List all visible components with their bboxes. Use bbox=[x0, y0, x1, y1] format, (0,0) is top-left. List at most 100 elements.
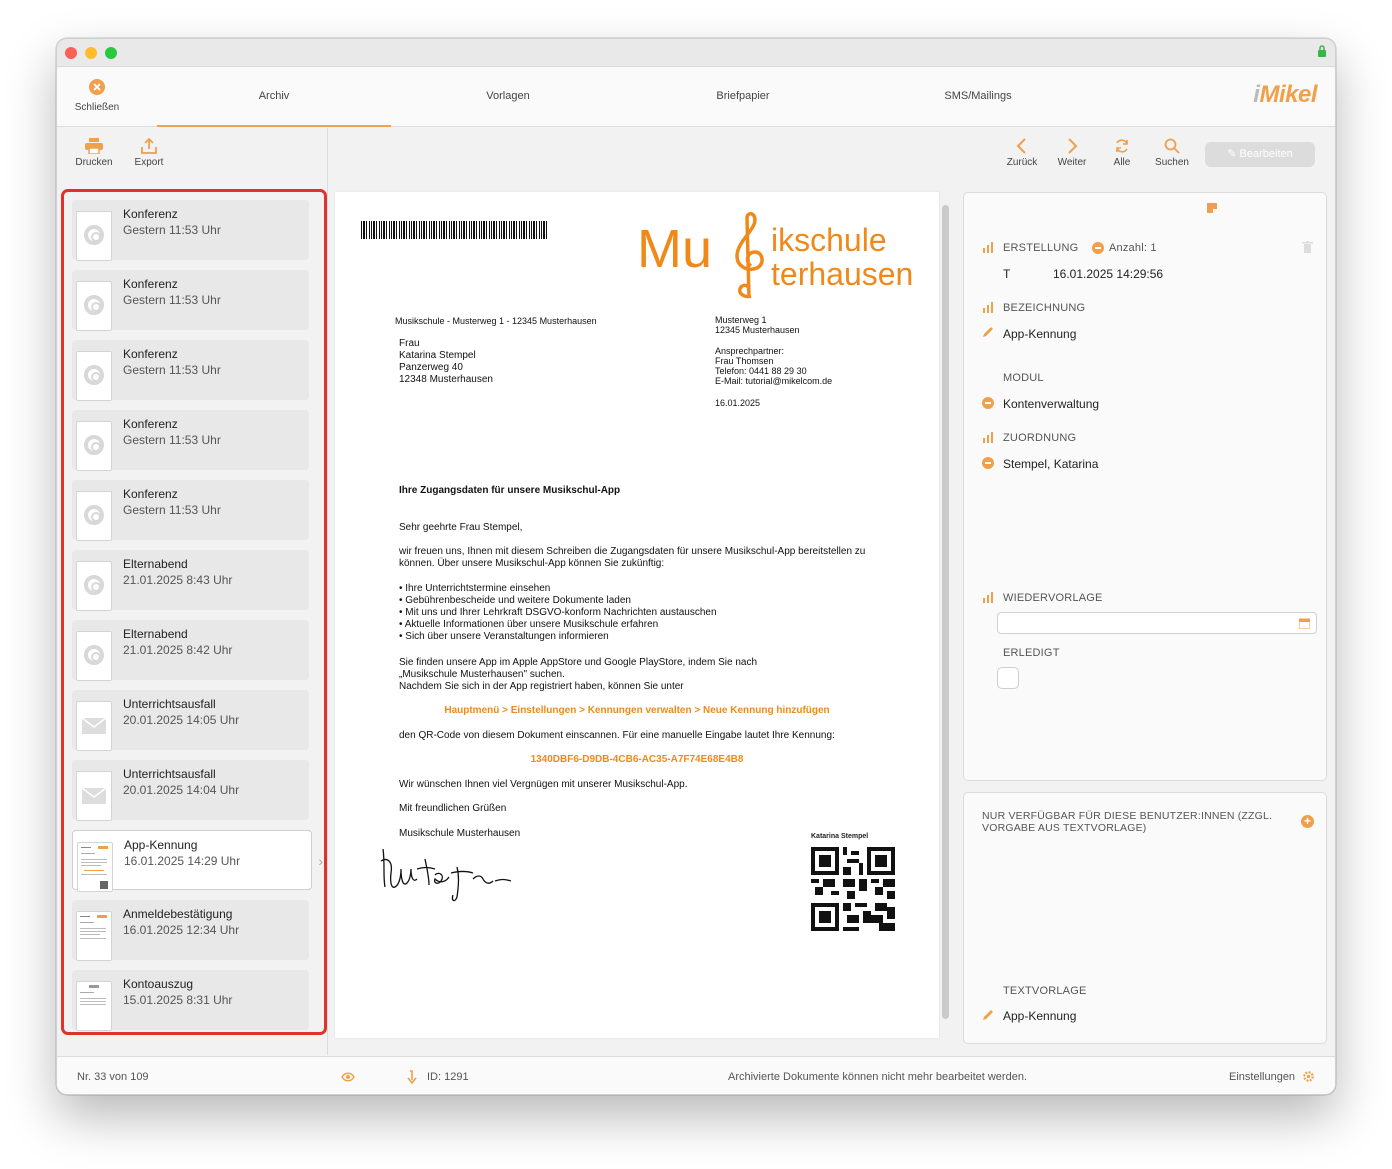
list-item[interactable]: Elternabend 21.01.2025 8:42 Uhr bbox=[72, 620, 309, 681]
remove-icon[interactable] bbox=[1092, 242, 1104, 254]
app-window: Schließen Archiv Vorlagen Briefpapier SM… bbox=[56, 38, 1336, 1095]
tab-briefpapier[interactable]: Briefpapier bbox=[626, 67, 860, 127]
pane-divider[interactable] bbox=[327, 128, 328, 1055]
menu-path: Hauptmenü > Einstellungen > Kennungen ve… bbox=[444, 705, 830, 716]
contact-info: Ansprechpartner: Frau Thomsen Telefon: 0… bbox=[715, 346, 833, 386]
bezeichnung-value[interactable]: App-Kennung bbox=[1003, 327, 1076, 341]
refresh-icon bbox=[1116, 139, 1128, 153]
sender-line: Musikschule - Musterweg 1 - 12345 Muster… bbox=[395, 316, 597, 326]
item-title: Konferenz bbox=[123, 207, 178, 221]
priority-bars-icon bbox=[983, 242, 995, 253]
zuordnung-value: Stempel, Katarina bbox=[1003, 457, 1099, 471]
status-bar: Nr. 33 von 109 ID: 1291 Archivierte Doku… bbox=[57, 1056, 1335, 1094]
salutation: Sehr geehrte Frau Stempel, bbox=[399, 522, 523, 533]
at-icon bbox=[76, 211, 112, 261]
list-item[interactable]: Unterrichtsausfall 20.01.2025 14:05 Uhr bbox=[72, 690, 309, 751]
school-address: Musterweg 1 12345 Musterhausen bbox=[715, 315, 800, 335]
trash-icon[interactable] bbox=[1302, 241, 1313, 253]
access-code: 1340DBF6-D9DB-4CB6-AC35-A7F74E68E4B8 bbox=[530, 754, 744, 765]
list-item[interactable]: Konferenz Gestern 11:53 Uhr bbox=[72, 480, 309, 541]
export-label: Export bbox=[134, 157, 164, 168]
export-button[interactable]: Export bbox=[124, 138, 174, 168]
search-label: Suchen bbox=[1155, 157, 1189, 168]
textvorlage-label: TEXTVORLAGE bbox=[1003, 985, 1087, 997]
close-window-button[interactable] bbox=[65, 47, 77, 59]
record-counter: Nr. 33 von 109 bbox=[77, 1071, 149, 1083]
brand-line2: terhausen bbox=[771, 256, 914, 292]
brand-line1: ikschule bbox=[771, 222, 887, 258]
calendar-icon[interactable] bbox=[1299, 618, 1310, 629]
school-logo: Mu ikschule terhausen bbox=[637, 212, 917, 302]
tab-vorlagen[interactable]: Vorlagen bbox=[391, 67, 625, 127]
item-title: Unterrichtsausfall bbox=[123, 697, 216, 711]
list-item[interactable]: Elternabend 21.01.2025 8:43 Uhr bbox=[72, 550, 309, 611]
list-item[interactable]: Konferenz Gestern 11:53 Uhr bbox=[72, 340, 309, 401]
minimize-window-button[interactable] bbox=[85, 47, 97, 59]
erledigt-checkbox[interactable] bbox=[997, 667, 1019, 689]
priority-bars-icon bbox=[983, 432, 995, 443]
list-item[interactable]: Anmeldebestätigung 16.01.2025 12:34 Uhr bbox=[72, 900, 309, 961]
item-title: Elternabend bbox=[123, 557, 188, 571]
barcode bbox=[361, 221, 547, 239]
list-item[interactable]: Konferenz Gestern 11:53 Uhr bbox=[72, 270, 309, 331]
item-title: Konferenz bbox=[123, 277, 178, 291]
qr-info: den QR-Code von diesem Dokument einscann… bbox=[399, 730, 835, 741]
remove-icon[interactable] bbox=[982, 397, 994, 409]
close-label: Schließen bbox=[74, 102, 120, 113]
list-item[interactable]: Kontoauszug 15.01.2025 8:31 Uhr bbox=[72, 970, 309, 1031]
at-icon bbox=[76, 421, 112, 471]
app-logo: iMikel bbox=[1253, 81, 1317, 109]
textvorlage-value[interactable]: App-Kennung bbox=[1003, 1009, 1076, 1023]
zoom-window-button[interactable] bbox=[105, 47, 117, 59]
item-date: Gestern 11:53 Uhr bbox=[123, 293, 221, 307]
at-icon bbox=[76, 351, 112, 401]
settings-label[interactable]: Einstellungen bbox=[1229, 1071, 1295, 1083]
close-button[interactable]: Schließen bbox=[69, 79, 125, 113]
wiedervorlage-date-field[interactable] bbox=[997, 612, 1317, 634]
print-label: Drucken bbox=[75, 157, 113, 168]
gear-icon[interactable] bbox=[1302, 1070, 1315, 1083]
close-icon bbox=[89, 79, 105, 95]
list-item[interactable]: Unterrichtsausfall 20.01.2025 14:04 Uhr bbox=[72, 760, 309, 821]
back-button[interactable]: Zurück bbox=[997, 138, 1047, 168]
priority-bars-icon bbox=[983, 302, 995, 313]
wish-text: Wir wünschen Ihnen viel Vergnügen mit un… bbox=[399, 779, 688, 790]
search-icon bbox=[1164, 138, 1180, 154]
document-preview[interactable]: Mu ikschule terhausen Musikschule - Must… bbox=[335, 192, 939, 1038]
remove-icon[interactable] bbox=[982, 457, 994, 469]
print-button[interactable]: Drucken bbox=[69, 138, 119, 168]
pencil-icon[interactable] bbox=[982, 1009, 994, 1021]
preview-scrollbar[interactable] bbox=[942, 205, 949, 1019]
item-title: App-Kennung bbox=[124, 838, 198, 852]
bezeichnung-label: BEZEICHNUNG bbox=[1003, 302, 1086, 314]
next-button[interactable]: Weiter bbox=[1047, 138, 1097, 168]
list-item[interactable]: Konferenz Gestern 11:53 Uhr bbox=[72, 200, 309, 261]
item-date: Gestern 11:53 Uhr bbox=[123, 433, 221, 447]
chevron-left-icon bbox=[1016, 138, 1026, 154]
document-toolbar: Zurück Weiter Alle Suchen ✎ Bearbeiten bbox=[328, 128, 1335, 184]
envelope-icon bbox=[76, 701, 112, 751]
tab-sms-mailings[interactable]: SMS/Mailings bbox=[861, 67, 1095, 127]
export-icon bbox=[141, 138, 157, 154]
modul-value: Kontenverwaltung bbox=[1003, 397, 1100, 411]
all-button[interactable]: Alle bbox=[1097, 138, 1147, 168]
document-list[interactable]: Konferenz Gestern 11:53 Uhr Konferenz Gest… bbox=[61, 189, 327, 1035]
at-icon bbox=[76, 631, 112, 681]
at-icon bbox=[76, 561, 112, 611]
list-item[interactable]: Konferenz Gestern 11:53 Uhr bbox=[72, 410, 309, 471]
search-button[interactable]: Suchen bbox=[1147, 138, 1197, 168]
erstellung-user: T bbox=[1003, 267, 1011, 281]
eye-icon[interactable] bbox=[341, 1072, 355, 1082]
list-item-selected[interactable]: App-Kennung 16.01.2025 14:29 Uhr › bbox=[72, 830, 323, 892]
pencil-icon[interactable] bbox=[982, 326, 994, 338]
top-navigation: Schließen Archiv Vorlagen Briefpapier SM… bbox=[57, 67, 1335, 127]
edit-button[interactable]: ✎ Bearbeiten bbox=[1205, 142, 1315, 167]
logo-text: Mikel bbox=[1259, 81, 1317, 108]
note-icon bbox=[1207, 203, 1217, 213]
add-user-icon[interactable]: + bbox=[1301, 815, 1314, 828]
item-title: Anmeldebestätigung bbox=[123, 907, 233, 921]
arrow-down-icon bbox=[407, 1070, 417, 1084]
item-title: Konferenz bbox=[123, 347, 178, 361]
tab-archiv[interactable]: Archiv bbox=[157, 67, 391, 127]
wiedervorlage-label: WIEDERVORLAGE bbox=[1003, 592, 1103, 604]
